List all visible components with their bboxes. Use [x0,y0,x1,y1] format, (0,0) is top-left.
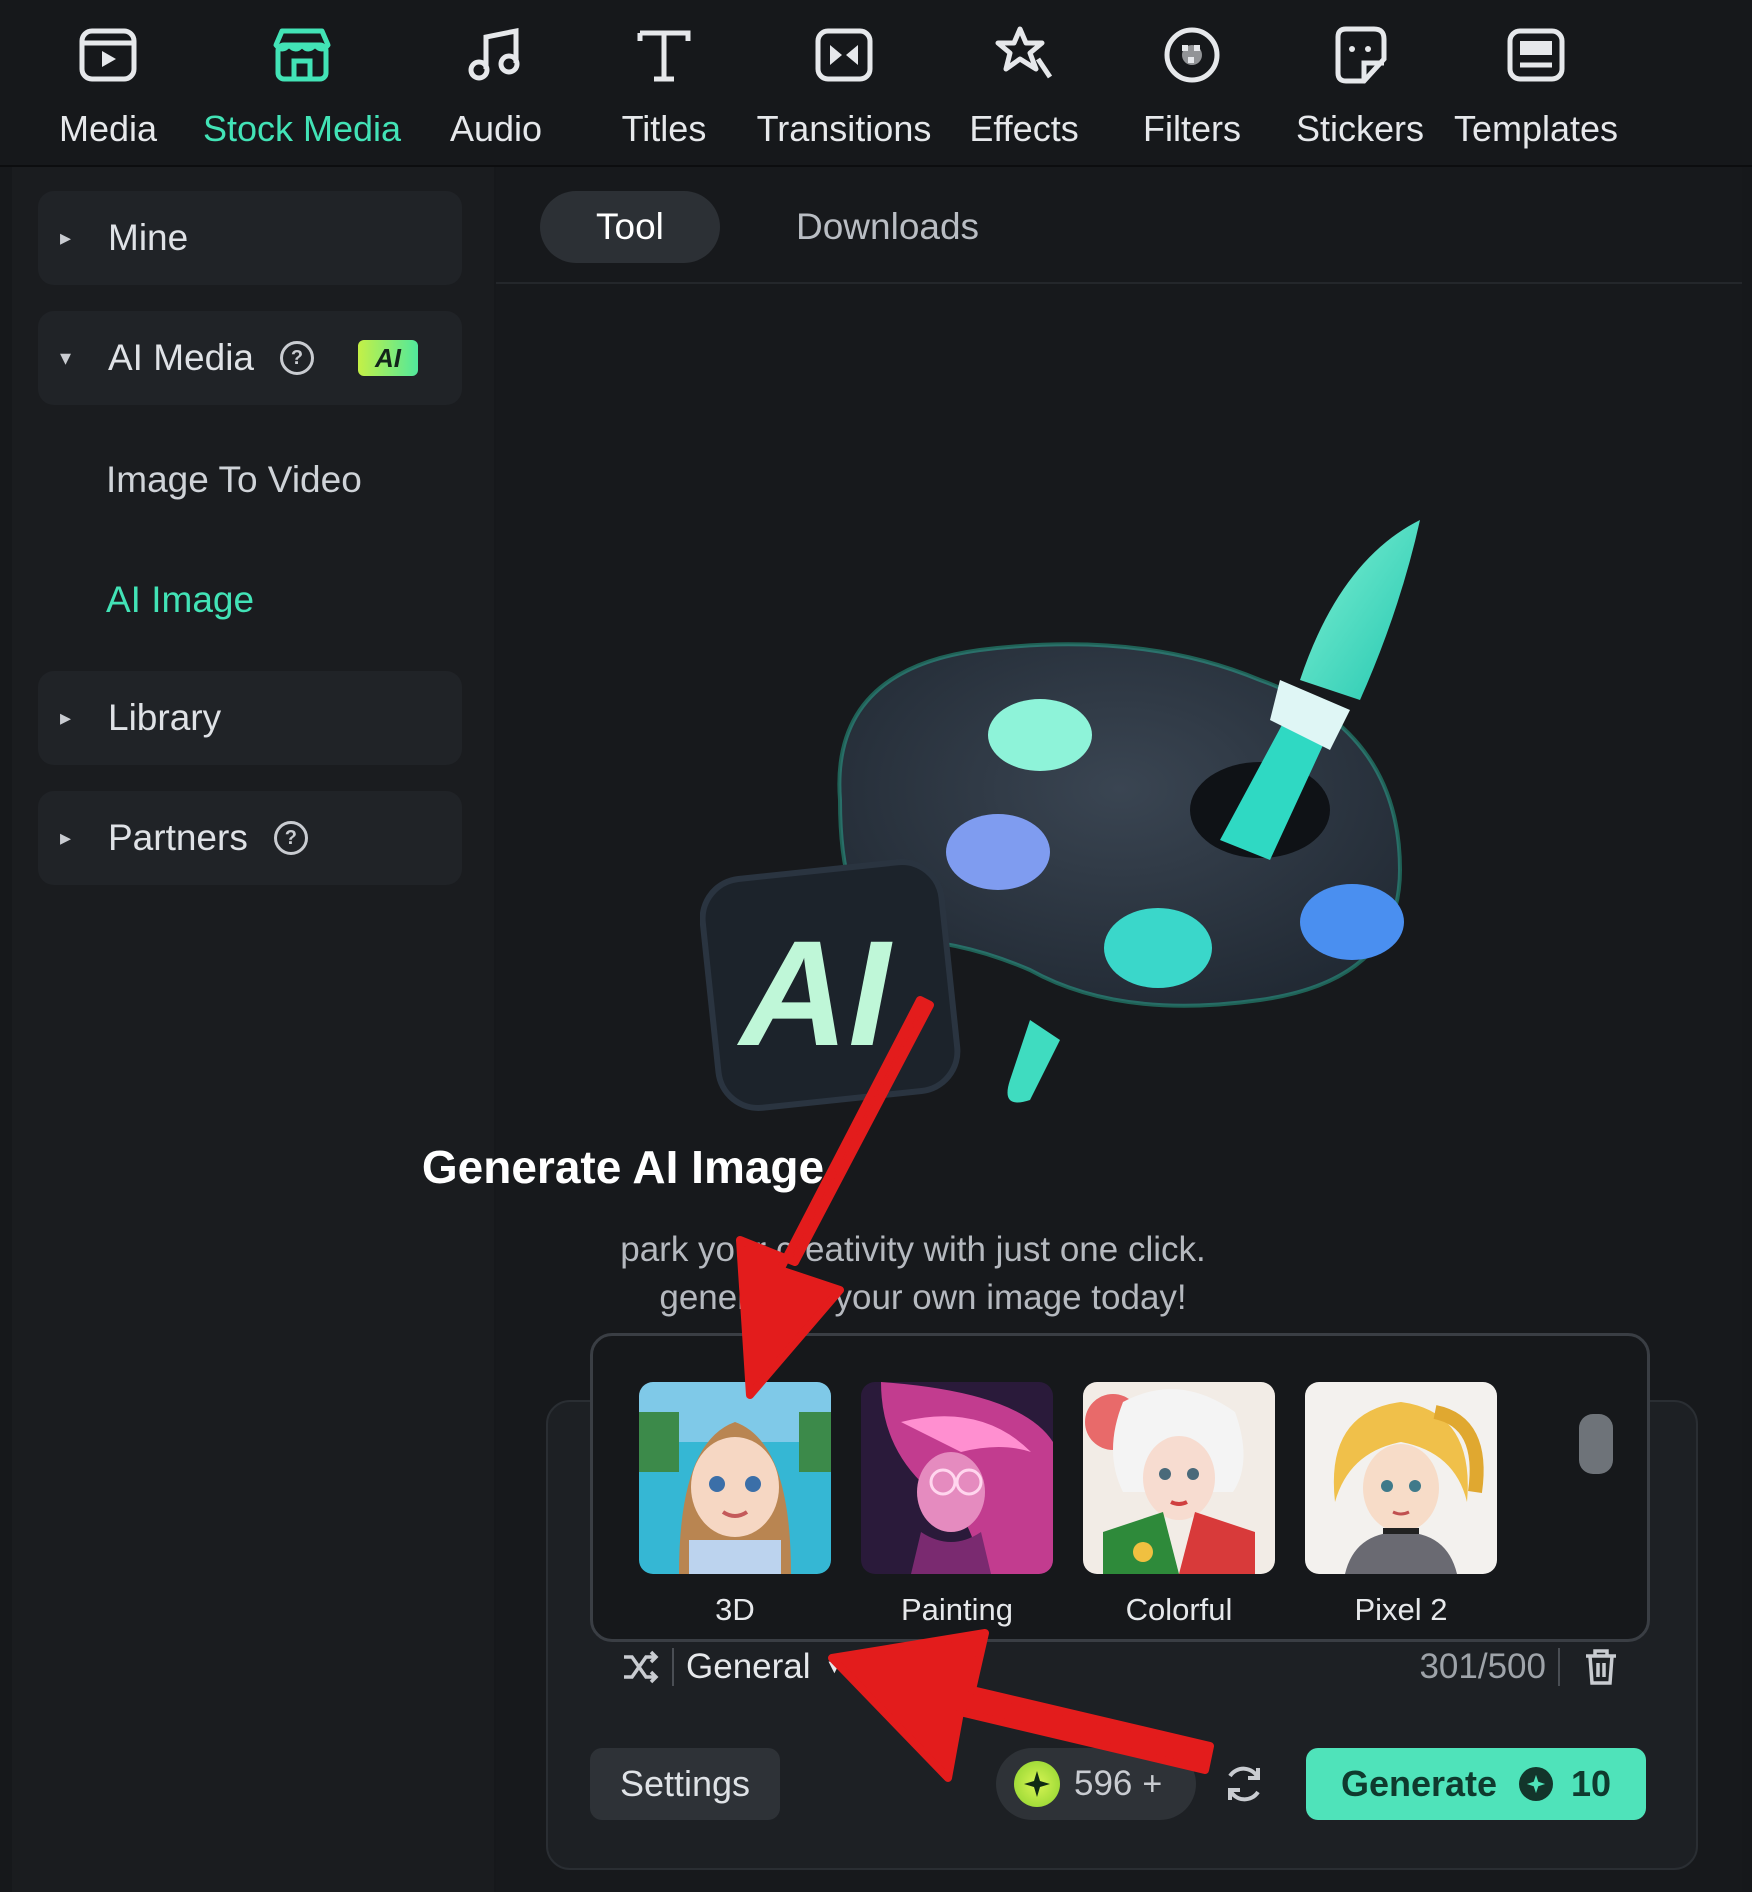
category-dropdown[interactable]: General ▼ [686,1647,844,1687]
generate-subtitle-line1: park your creativity with just one click… [620,1230,1206,1269]
style-option-colorful[interactable]: Colorful [1083,1382,1275,1628]
style-label: Colorful [1125,1592,1233,1627]
tab-templates-label: Templates [1453,108,1619,149]
generate-label: Generate [1340,1763,1498,1804]
tab-effects[interactable]: Effects [969,20,1079,150]
sidebar-item-ai-image[interactable]: AI Image [106,579,254,621]
shuffle-icon[interactable] [620,1647,660,1687]
sticker-icon [1325,20,1395,90]
ai-hero-badge: AI [736,909,893,1077]
transition-icon [809,20,879,90]
caret-right-icon: ▸ [60,225,72,250]
main-tabs: Tool Downloads [496,167,1742,284]
tab-titles-label: Titles [621,108,707,149]
tab-stock-media[interactable]: Stock Media [202,20,402,150]
style-option-pixel-2[interactable]: Pixel 2 [1305,1382,1497,1628]
help-icon[interactable]: ? [280,341,315,375]
prompt-options-row: General ▼ 301/500 [590,1636,1644,1698]
credits-balance[interactable]: 596 + [996,1748,1196,1820]
credits-value: 596 [1074,1764,1133,1803]
tab-tool[interactable]: Tool [540,191,720,263]
tab-stock-media-label: Stock Media [202,108,402,149]
sidebar-item-partners[interactable]: ▸ Partners ? [38,791,462,885]
divider [1558,1648,1560,1686]
tab-filters-label: Filters [1143,108,1241,149]
tab-stickers-label: Stickers [1295,108,1425,149]
help-icon[interactable]: ? [273,821,308,855]
stock-media-icon [267,20,337,90]
style-thumbnail [1305,1382,1497,1574]
tab-audio[interactable]: Audio [446,20,546,150]
chevron-down-icon: ▼ [824,1655,845,1678]
style-label: Pixel 2 [1354,1592,1448,1627]
sidebar-item-label: Library [108,697,222,738]
tab-stickers[interactable]: Stickers [1296,20,1424,150]
sidebar-item-library[interactable]: ▸ Library [38,671,462,765]
tab-audio-label: Audio [449,108,543,149]
generate-cost: 10 [1571,1763,1612,1804]
tab-downloads[interactable]: Downloads [796,191,979,263]
sidebar-item-label: Mine [108,217,189,258]
generate-subtitle-line2: generating your own image today! [659,1278,1187,1317]
top-toolbar: Media Stock Media Audio Titles Transitio… [0,0,1752,167]
style-option-3d[interactable]: 3D [639,1382,831,1628]
music-note-icon [461,20,531,90]
category-value: General [686,1647,811,1686]
sidebar-item-label: AI Media [108,337,255,378]
filters-icon [1157,20,1227,90]
add-credits-icon: + [1142,1764,1163,1803]
credit-coin-icon [1014,1761,1060,1807]
style-picker: 3D Painting Colorful Pixel 2 [590,1333,1650,1642]
style-thumbnail [1083,1382,1275,1574]
style-thumbnail [639,1382,831,1574]
sidebar-item-image-to-video[interactable]: Image To Video [106,459,362,501]
sidebar-item-label: Partners [108,817,248,858]
settings-button[interactable]: Settings [590,1748,780,1820]
sidebar-item-ai-media[interactable]: ▾ AI Media ? AI [38,311,462,405]
style-label: Painting [900,1592,1014,1627]
tab-effects-label: Effects [969,108,1079,149]
style-thumbnail [861,1382,1053,1574]
effects-star-icon [989,20,1059,90]
templates-icon [1501,20,1571,90]
ai-palette-illustration: AI [700,520,1420,1111]
caret-right-icon: ▸ [60,825,72,850]
tab-transitions-label: Transitions [756,108,932,149]
tab-media[interactable]: Media [58,20,158,150]
tab-titles[interactable]: Titles [614,20,714,150]
ai-badge: AI [358,340,419,376]
media-icon [73,20,143,90]
style-option-painting[interactable]: Painting [861,1382,1053,1628]
generate-title: Generate AI Image [421,1141,825,1193]
style-label: 3D [715,1592,755,1627]
sidebar: ▸ Mine ▾ AI Media ? AI Image To Video AI… [12,167,494,1892]
trash-icon[interactable] [1582,1647,1620,1687]
tab-filters[interactable]: Filters [1140,20,1244,150]
sidebar-item-mine[interactable]: ▸ Mine [38,191,462,285]
generate-button[interactable]: Generate 10 [1306,1748,1646,1820]
tab-templates[interactable]: Templates [1453,20,1619,150]
tab-transitions[interactable]: Transitions [756,20,932,150]
char-count: 301/500 [1419,1647,1546,1686]
divider [672,1648,674,1686]
credit-coin-icon [1519,1767,1554,1801]
refresh-icon[interactable] [1220,1760,1268,1808]
style-scrollbar[interactable] [1579,1414,1613,1474]
caret-right-icon: ▸ [60,705,72,730]
caret-down-icon: ▾ [60,345,72,370]
tab-media-label: Media [58,108,158,149]
text-t-icon [629,20,699,90]
